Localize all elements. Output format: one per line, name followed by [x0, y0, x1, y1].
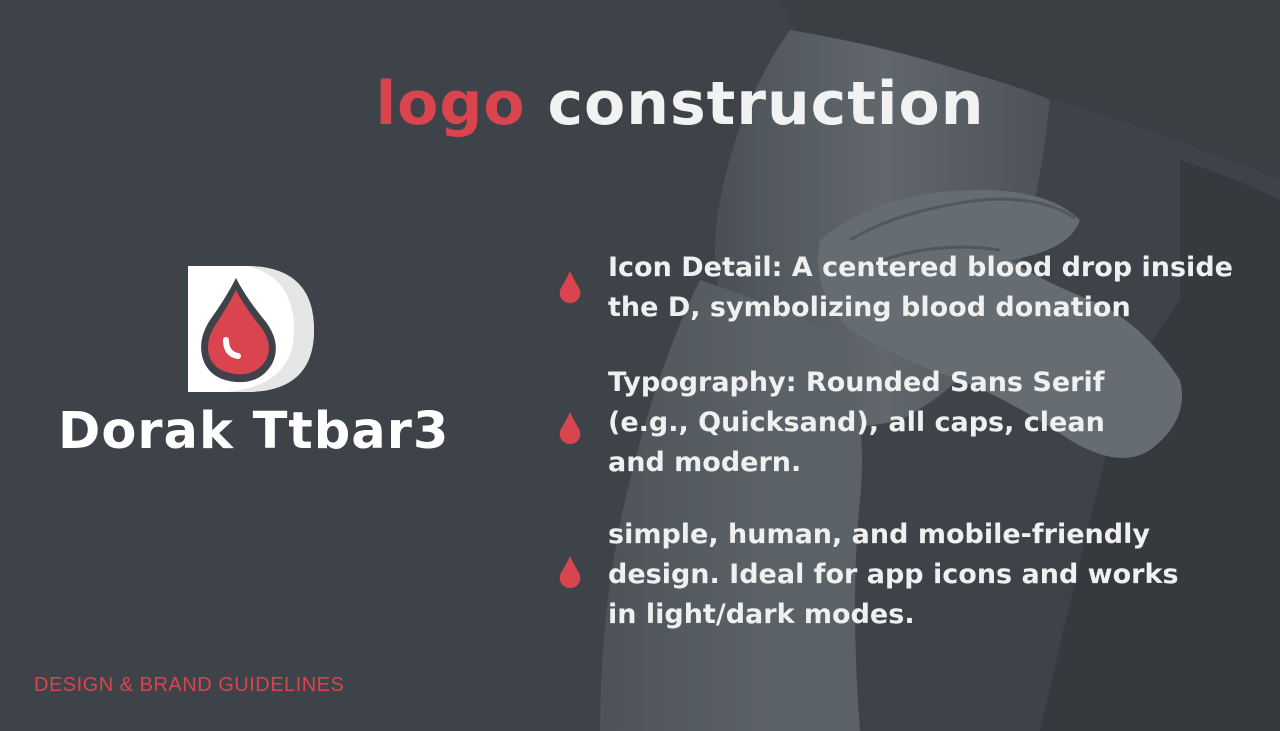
bullet-text: Icon Detail: A centered blood drop insid…: [608, 252, 1233, 323]
blood-drop-icon: [559, 271, 581, 303]
bullet-text: simple, human, and mobile-friendly desig…: [608, 519, 1179, 630]
brand-name: Dorak Ttbar3: [58, 402, 450, 461]
blood-drop-in-d-icon: [188, 266, 314, 392]
page-title: logo construction: [0, 64, 1280, 144]
blood-drop-icon: [559, 412, 581, 444]
title-accent: logo: [375, 69, 526, 139]
bullet-item: Typography: Rounded Sans Serif (e.g., Qu…: [558, 363, 1238, 483]
footer-label: DESIGN & BRAND GUIDELINES: [34, 674, 345, 696]
blood-drop-icon: [559, 556, 581, 588]
bullet-item: Icon Detail: A centered blood drop insid…: [558, 248, 1238, 328]
bullet-text: Typography: Rounded Sans Serif (e.g., Qu…: [608, 367, 1105, 478]
title-main: construction: [547, 69, 985, 139]
bullet-item: simple, human, and mobile-friendly desig…: [558, 515, 1238, 635]
